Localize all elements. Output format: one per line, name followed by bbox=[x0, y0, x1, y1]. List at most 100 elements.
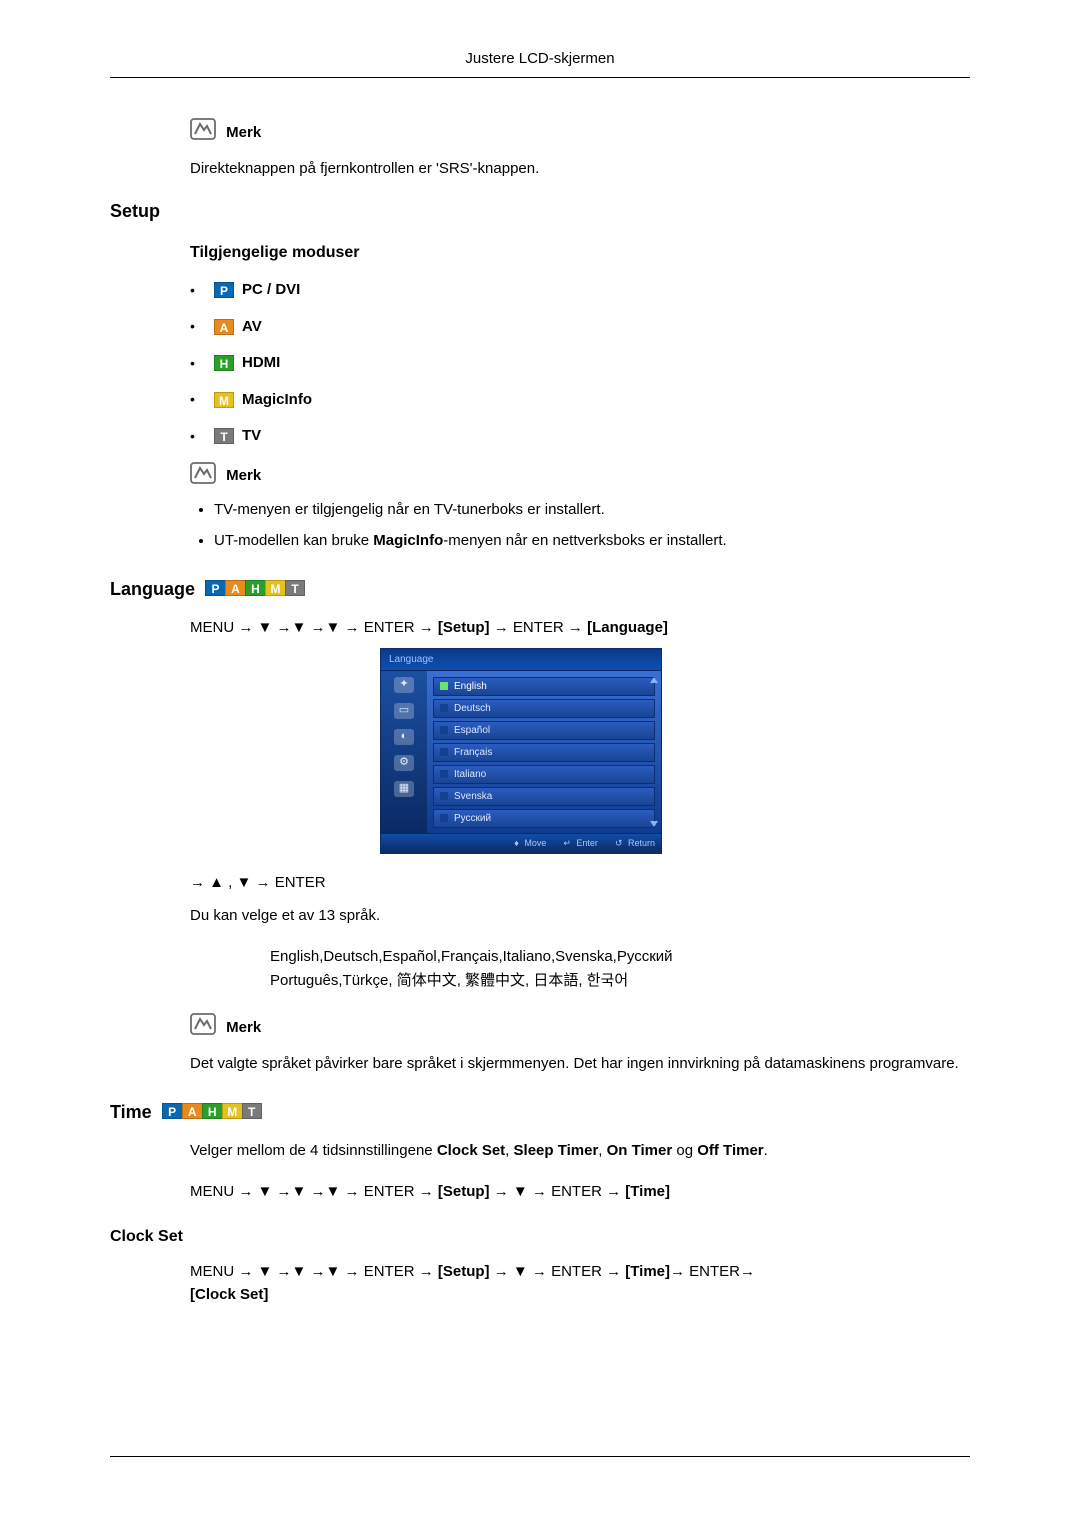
check-icon bbox=[440, 726, 448, 734]
check-icon bbox=[440, 682, 448, 690]
chip-a-icon: A bbox=[225, 580, 245, 596]
osd-body: ✦ ▭ ◐ ⚙ ▦ English Deutsch Español França… bbox=[380, 670, 662, 834]
osd-option: Français bbox=[433, 743, 655, 762]
language-note-text: Det valgte språket påvirker bare språket… bbox=[190, 1053, 970, 1076]
chip-p-icon: P bbox=[162, 1103, 182, 1119]
chip-m-icon: M bbox=[222, 1103, 242, 1119]
mode-item-av: A AV bbox=[190, 316, 970, 339]
osd-scrollbar bbox=[650, 677, 658, 827]
osd-header: Language bbox=[380, 648, 662, 670]
check-icon bbox=[440, 814, 448, 822]
chip-h-icon: H bbox=[245, 580, 265, 596]
chip-a-icon: A bbox=[182, 1103, 202, 1119]
modes-heading: Tilgjengelige moduser bbox=[190, 241, 970, 265]
check-icon bbox=[440, 792, 448, 800]
heading-chip-row: PAHMT bbox=[162, 1101, 262, 1124]
clock-set-heading: Clock Set bbox=[110, 1225, 970, 1249]
osd-side-icon: ⚙ bbox=[394, 755, 414, 771]
chip-h-icon: H bbox=[214, 355, 234, 371]
mode-item-magicinfo: M MagicInfo bbox=[190, 389, 970, 412]
language-heading-row: Language PAHMT bbox=[110, 576, 970, 603]
bracket-time: [Time] bbox=[625, 1183, 670, 1200]
mode-item-tv: T TV bbox=[190, 425, 970, 448]
language-nav-path2: → ▲ , ▼ → ENTER bbox=[190, 872, 970, 895]
content-area: Merk Direkteknappen på fjernkontrollen e… bbox=[110, 118, 970, 1306]
osd-option: Español bbox=[433, 721, 655, 740]
mode-label: MagicInfo bbox=[242, 389, 312, 412]
note-label: Merk bbox=[226, 124, 261, 141]
osd-side-icon: ◐ bbox=[394, 729, 414, 745]
srs-note-text: Direkteknappen på fjernkontrollen er 'SR… bbox=[190, 158, 970, 181]
osd-side-icon: ▭ bbox=[394, 703, 414, 719]
time-intro: Velger mellom de 4 tidsinnstillingene Cl… bbox=[190, 1140, 970, 1163]
osd-option: Deutsch bbox=[433, 699, 655, 718]
osd-option: Svenska bbox=[433, 787, 655, 806]
chip-m-icon: M bbox=[214, 392, 234, 408]
osd-side-icon: ✦ bbox=[394, 677, 414, 693]
osd-option: Italiano bbox=[433, 765, 655, 784]
language-heading: Language bbox=[110, 576, 195, 603]
bracket-setup: [Setup] bbox=[438, 619, 490, 636]
time-heading-row: Time PAHMT bbox=[110, 1099, 970, 1126]
setup-note-item: TV-menyen er tilgjengelig når en TV-tune… bbox=[214, 499, 970, 522]
bracket-clockset: [Clock Set] bbox=[190, 1286, 268, 1303]
chip-t-icon: T bbox=[285, 580, 305, 596]
mode-list: P PC / DVI A AV H HDMI M MagicInfo T TV bbox=[190, 279, 970, 448]
mode-label: TV bbox=[242, 425, 261, 448]
language-list-line: English,Deutsch,Español,Français,Italian… bbox=[270, 945, 970, 969]
page-header-title: Justere LCD-skjermen bbox=[110, 50, 970, 78]
bracket-setup: [Setup] bbox=[438, 1263, 490, 1280]
bracket-setup: [Setup] bbox=[438, 1183, 490, 1200]
osd-hint-return: ↺ Return bbox=[612, 837, 655, 851]
time-heading: Time bbox=[110, 1099, 152, 1126]
note-icon bbox=[190, 1013, 216, 1043]
note-row: Merk bbox=[190, 118, 970, 148]
bracket-time: [Time] bbox=[625, 1263, 670, 1280]
note-row: Merk bbox=[190, 1013, 970, 1043]
language-list-line: Português,Türkçe, 简体中文, 繁體中文, 日本語, 한국어 bbox=[270, 969, 970, 993]
chip-p-icon: P bbox=[214, 282, 234, 298]
chip-m-icon: M bbox=[265, 580, 285, 596]
osd-option: Русский bbox=[433, 809, 655, 828]
note-row: Merk bbox=[190, 462, 970, 492]
clockset-nav-path: MENU → ▼ →▼ →▼ → ENTER → [Setup] → ▼ → E… bbox=[190, 1261, 970, 1306]
language-list: English,Deutsch,Español,Français,Italian… bbox=[270, 945, 970, 993]
note-label: Merk bbox=[226, 467, 261, 484]
osd-main: English Deutsch Español Français Italian… bbox=[427, 671, 661, 833]
setup-heading: Setup bbox=[110, 198, 970, 225]
mode-item-pc: P PC / DVI bbox=[190, 279, 970, 302]
time-nav-path: MENU → ▼ →▼ →▼ → ENTER → [Setup] → ▼ → E… bbox=[190, 1181, 970, 1204]
mode-label: HDMI bbox=[242, 352, 280, 375]
osd-sidebar: ✦ ▭ ◐ ⚙ ▦ bbox=[381, 671, 427, 833]
chip-h-icon: H bbox=[202, 1103, 222, 1119]
scroll-up-icon bbox=[650, 677, 658, 683]
setup-note-item: UT-modellen kan bruke MagicInfo-menyen n… bbox=[214, 530, 970, 553]
heading-chip-row: PAHMT bbox=[205, 578, 305, 601]
osd-hint-enter: ↵ Enter bbox=[560, 837, 598, 851]
osd-side-icon: ▦ bbox=[394, 781, 414, 797]
chip-t-icon: T bbox=[242, 1103, 262, 1119]
mode-item-hdmi: H HDMI bbox=[190, 352, 970, 375]
bold-magicinfo: MagicInfo bbox=[373, 532, 443, 549]
chip-a-icon: A bbox=[214, 319, 234, 335]
language-choose-text: Du kan velge et av 13 språk. bbox=[190, 905, 970, 928]
language-nav-path: MENU → ▼ →▼ →▼ → ENTER → [Setup] → ENTER… bbox=[190, 617, 970, 640]
scroll-down-icon bbox=[650, 821, 658, 827]
note-icon bbox=[190, 462, 216, 492]
osd-option-selected: English bbox=[433, 677, 655, 696]
note-label: Merk bbox=[226, 1019, 261, 1036]
osd-footer: ♦ Move ↵ Enter ↺ Return bbox=[380, 834, 662, 855]
bracket-language: [Language] bbox=[587, 619, 668, 636]
mode-label: AV bbox=[242, 316, 262, 339]
chip-t-icon: T bbox=[214, 428, 234, 444]
check-icon bbox=[440, 770, 448, 778]
check-icon bbox=[440, 748, 448, 756]
chip-p-icon: P bbox=[205, 580, 225, 596]
osd-language-screenshot: Language ✦ ▭ ◐ ⚙ ▦ English Deutsch Españ… bbox=[380, 648, 662, 855]
check-icon bbox=[440, 704, 448, 712]
footer-rule bbox=[110, 1456, 970, 1457]
document-page: Justere LCD-skjermen Merk Direkteknappen… bbox=[0, 0, 1080, 1527]
osd-hint-move: ♦ Move bbox=[511, 837, 546, 851]
note-icon bbox=[190, 118, 216, 148]
setup-note-list: TV-menyen er tilgjengelig når en TV-tune… bbox=[190, 499, 970, 552]
